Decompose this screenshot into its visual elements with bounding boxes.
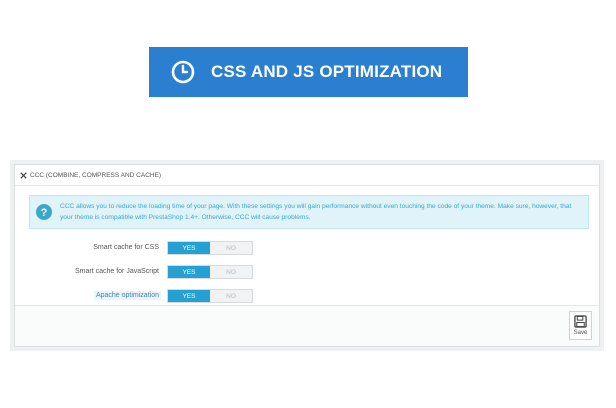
apache-optimization-yes[interactable]: YES xyxy=(168,290,210,302)
apache-optimization-toggle[interactable]: YES NO xyxy=(167,289,253,303)
floppy-disk-icon xyxy=(574,315,587,328)
row-smart-cache-js: Smart cache for JavaScript YES NO xyxy=(15,265,599,279)
alert-text: CCC allows you to reduce the loading tim… xyxy=(60,203,572,221)
smart-cache-css-yes[interactable]: YES xyxy=(168,242,210,254)
cogs-icon xyxy=(20,171,27,179)
smart-cache-js-no[interactable]: NO xyxy=(210,266,252,278)
row-smart-cache-css: Smart cache for CSS YES NO xyxy=(15,241,599,255)
row-apache-optimization: Apache optimization YES NO xyxy=(15,289,599,303)
apache-optimization-no[interactable]: NO xyxy=(210,290,252,302)
panel-footer: Save xyxy=(15,305,599,346)
banner-title: CSS AND JS OPTIMIZATION xyxy=(211,62,443,81)
smart-cache-css-label: Smart cache for CSS xyxy=(93,244,159,251)
clock-icon xyxy=(171,60,195,84)
panel-header: CCC (COMBINE, COMPRESS AND CACHE) xyxy=(15,165,599,186)
panel-title: CCC (COMBINE, COMPRESS AND CACHE) xyxy=(30,171,162,179)
ccc-panel: CCC (COMBINE, COMPRESS AND CACHE) ? CCC … xyxy=(14,164,600,347)
svg-text:?: ? xyxy=(41,207,48,219)
smart-cache-css-toggle[interactable]: YES NO xyxy=(167,241,253,255)
question-circle-icon: ? xyxy=(36,204,52,220)
smart-cache-css-no[interactable]: NO xyxy=(210,242,252,254)
save-label: Save xyxy=(573,330,588,336)
smart-cache-js-yes[interactable]: YES xyxy=(168,266,210,278)
section-banner: CSS AND JS OPTIMIZATION xyxy=(149,47,468,97)
smart-cache-js-toggle[interactable]: YES NO xyxy=(167,265,253,279)
settings-panel-wrapper: CCC (COMBINE, COMPRESS AND CACHE) ? CCC … xyxy=(10,160,604,351)
apache-optimization-label: Apache optimization xyxy=(93,291,161,300)
save-button[interactable]: Save xyxy=(569,311,592,340)
smart-cache-js-label: Smart cache for JavaScript xyxy=(74,268,159,275)
info-alert: ? CCC allows you to reduce the loading t… xyxy=(29,195,589,229)
